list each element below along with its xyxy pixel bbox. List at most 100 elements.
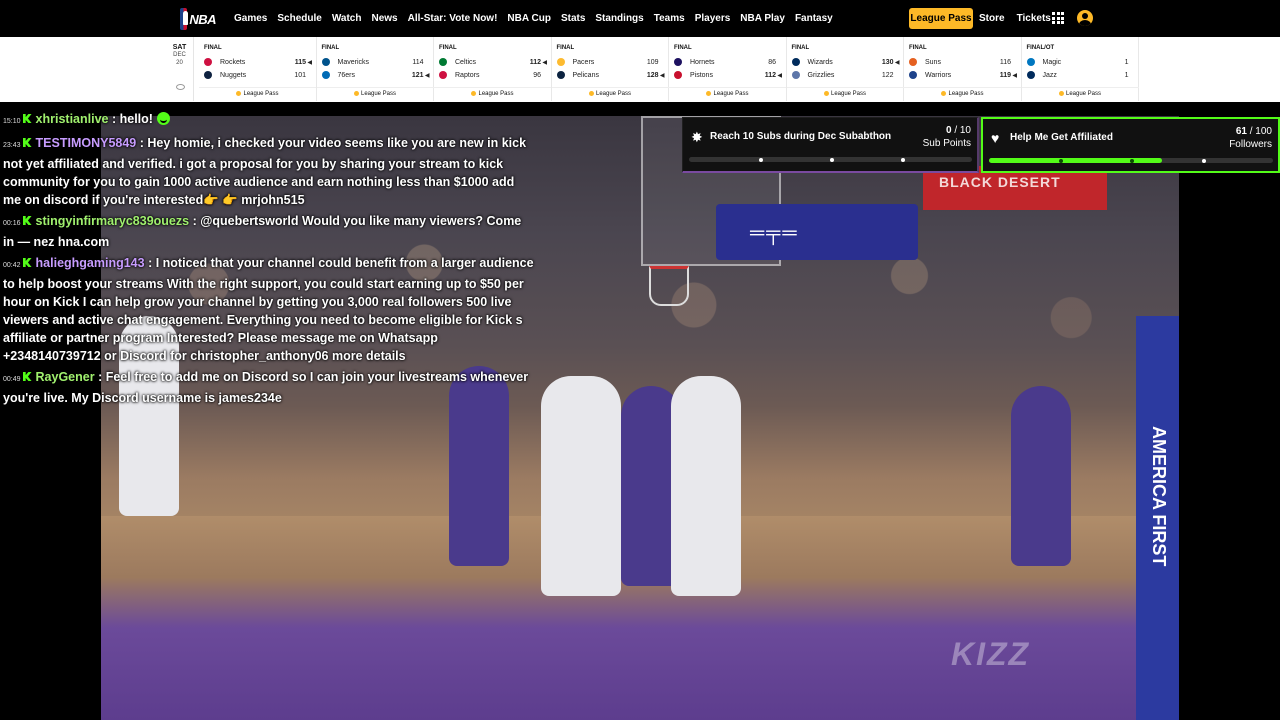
kick-badge-icon <box>22 138 32 147</box>
user-account-icon[interactable] <box>1077 10 1093 26</box>
apps-grid-icon[interactable] <box>1052 12 1064 24</box>
nav-links: Games Schedule Watch News All-Star: Vote… <box>234 0 833 37</box>
team-score: 101 <box>294 71 306 79</box>
league-pass-link[interactable]: League Pass <box>904 87 1021 97</box>
team-name: Grizzlies <box>807 71 835 79</box>
team-row: Pistons 112 ◀ <box>674 69 782 81</box>
game-card[interactable]: FINAL/OT Magic 1 Jazz 1 League Pass <box>1021 37 1139 101</box>
chat-timestamp: 00:49 <box>3 376 21 383</box>
team-logo-icon <box>674 71 682 79</box>
nba-logo[interactable]: NBA <box>180 7 216 31</box>
team-logo-icon <box>791 71 800 79</box>
winner-arrow-icon: ◀ <box>777 72 782 79</box>
league-pass-link[interactable]: League Pass <box>199 87 316 97</box>
team-row: Mavericks 114 <box>321 56 430 68</box>
game-card[interactable]: FINAL Wizards 130 ◀ Grizzlies 122 League Pass <box>786 37 904 101</box>
game-status: FINAL <box>674 45 692 51</box>
chat-username[interactable]: halieghgaming143 <box>36 256 145 270</box>
team-logo-icon <box>909 71 917 79</box>
nav-link-teams[interactable]: Teams <box>654 13 685 24</box>
goal-milestone-dot <box>1059 158 1063 163</box>
team-row: Pelicans 128 ◀ <box>556 69 665 81</box>
winner-arrow-icon: ◀ <box>542 59 547 66</box>
chat-message: 00:49 RayGener : Feel free to add me on D… <box>3 368 535 407</box>
game-status: FINAL <box>204 45 222 51</box>
team-logo-icon <box>204 58 212 66</box>
nav-link-nba-play[interactable]: NBA Play <box>740 13 785 24</box>
team-score: 86 <box>768 58 776 66</box>
team-row: Wizards 130 ◀ <box>791 56 900 68</box>
team-row: Grizzlies 122 <box>791 69 900 81</box>
league-pass-icon <box>706 91 712 96</box>
team-name: Pistons <box>690 71 713 79</box>
game-card[interactable]: FINAL Suns 116 Warriors 119 ◀ League Pass <box>904 37 1022 101</box>
team-name: Nuggets <box>220 71 247 79</box>
team-logo-icon <box>1026 58 1035 66</box>
team-row: Suns 116 <box>909 56 1017 68</box>
nav-link-news[interactable]: News <box>371 13 397 24</box>
team-name: Wizards <box>807 58 833 66</box>
goal-count: 0 / 10 <box>945 125 971 136</box>
league-pass-label: League Pass <box>478 90 514 97</box>
league-pass-link[interactable]: League Pass <box>1021 87 1139 97</box>
nav-link-games[interactable]: Games <box>234 13 267 24</box>
league-pass-icon <box>353 91 359 96</box>
league-pass-link[interactable]: League Pass <box>786 87 904 97</box>
team-row: Raptors 96 <box>439 69 547 81</box>
eye-icon[interactable] <box>176 84 185 90</box>
league-pass-link[interactable]: League Pass <box>551 87 669 97</box>
league-pass-icon <box>471 91 477 96</box>
league-pass-link[interactable]: League Pass <box>434 87 551 97</box>
nav-link-tickets[interactable]: Tickets <box>1017 13 1051 24</box>
team-logo-icon <box>909 58 917 66</box>
league-pass-label: League Pass <box>948 90 984 97</box>
team-name: Pacers <box>572 58 595 66</box>
team-logo-icon <box>556 71 565 79</box>
nav-link-store[interactable]: Store <box>979 13 1005 24</box>
game-card[interactable]: FINAL Pacers 109 Pelicans 128 ◀ League Pass <box>551 37 669 101</box>
nav-link-standings[interactable]: Standings <box>595 13 643 24</box>
winner-arrow-icon: ◀ <box>894 59 900 66</box>
stanchion-text: AMERICA FIRST <box>1149 426 1169 567</box>
chat-timestamp: 00:16 <box>3 220 21 227</box>
date-day: 20 <box>176 60 183 66</box>
team-name: Celtics <box>455 58 477 66</box>
nav-link-all-star[interactable]: All-Star: Vote Now! <box>408 13 498 24</box>
heart-hands-icon: ♥ <box>991 130 1000 146</box>
team-row: Rockets 115 ◀ <box>204 56 312 68</box>
game-card[interactable]: FINAL Hornets 86 Pistons 112 ◀ League Pass <box>669 37 787 101</box>
nav-link-watch[interactable]: Watch <box>332 13 362 24</box>
chat-text: : I noticed that your channel could bene… <box>3 256 534 363</box>
chat-username[interactable]: TESTIMONY5849 <box>36 136 137 150</box>
chat-username[interactable]: RayGener <box>36 370 95 384</box>
game-status: FINAL <box>321 45 340 51</box>
nav-link-fantasy[interactable]: Fantasy <box>795 13 833 24</box>
scoreboard-date[interactable]: SAT DEC 20 <box>166 37 194 101</box>
chat-timestamp: 15:10 <box>3 118 21 125</box>
team-row: Hornets 86 <box>674 56 782 68</box>
team-score: 1 <box>1124 58 1129 66</box>
nav-link-stats[interactable]: Stats <box>561 13 585 24</box>
team-row: Warriors 119 ◀ <box>909 69 1017 81</box>
team-logo-icon <box>439 58 447 66</box>
league-pass-label: League Pass <box>360 90 397 97</box>
game-card[interactable]: FINAL Rockets 115 ◀ Nuggets 101 League Pass <box>199 37 317 101</box>
kick-badge-icon <box>22 258 32 267</box>
nav-link-schedule[interactable]: Schedule <box>277 13 321 24</box>
league-pass-button[interactable]: League Pass <box>909 8 973 29</box>
video-watermark: KIZZ <box>951 636 1031 672</box>
game-card[interactable]: FINAL Celtics 112 ◀ Raptors 96 League Pass <box>434 37 552 101</box>
nav-link-nba-cup[interactable]: NBA Cup <box>507 13 551 24</box>
team-logo-icon <box>674 58 682 66</box>
league-pass-link[interactable]: League Pass <box>669 87 786 97</box>
chat-username[interactable]: stingyinfirmaryc839ouezs <box>36 214 190 228</box>
goal-unit: Sub Points <box>922 138 971 149</box>
league-pass-link[interactable]: League Pass <box>316 87 434 97</box>
league-pass-icon <box>1058 91 1064 96</box>
nav-link-players[interactable]: Players <box>695 13 731 24</box>
chat-username[interactable]: xhristianlive <box>36 112 109 126</box>
game-card[interactable]: FINAL Mavericks 114 76ers 121 ◀ League Pass <box>316 37 434 101</box>
nba-logo-text: NBA <box>189 11 216 27</box>
nba-nav-bar: NBA Games Schedule Watch News All-Star: … <box>0 0 1280 37</box>
goal-milestone-dot <box>901 157 905 162</box>
